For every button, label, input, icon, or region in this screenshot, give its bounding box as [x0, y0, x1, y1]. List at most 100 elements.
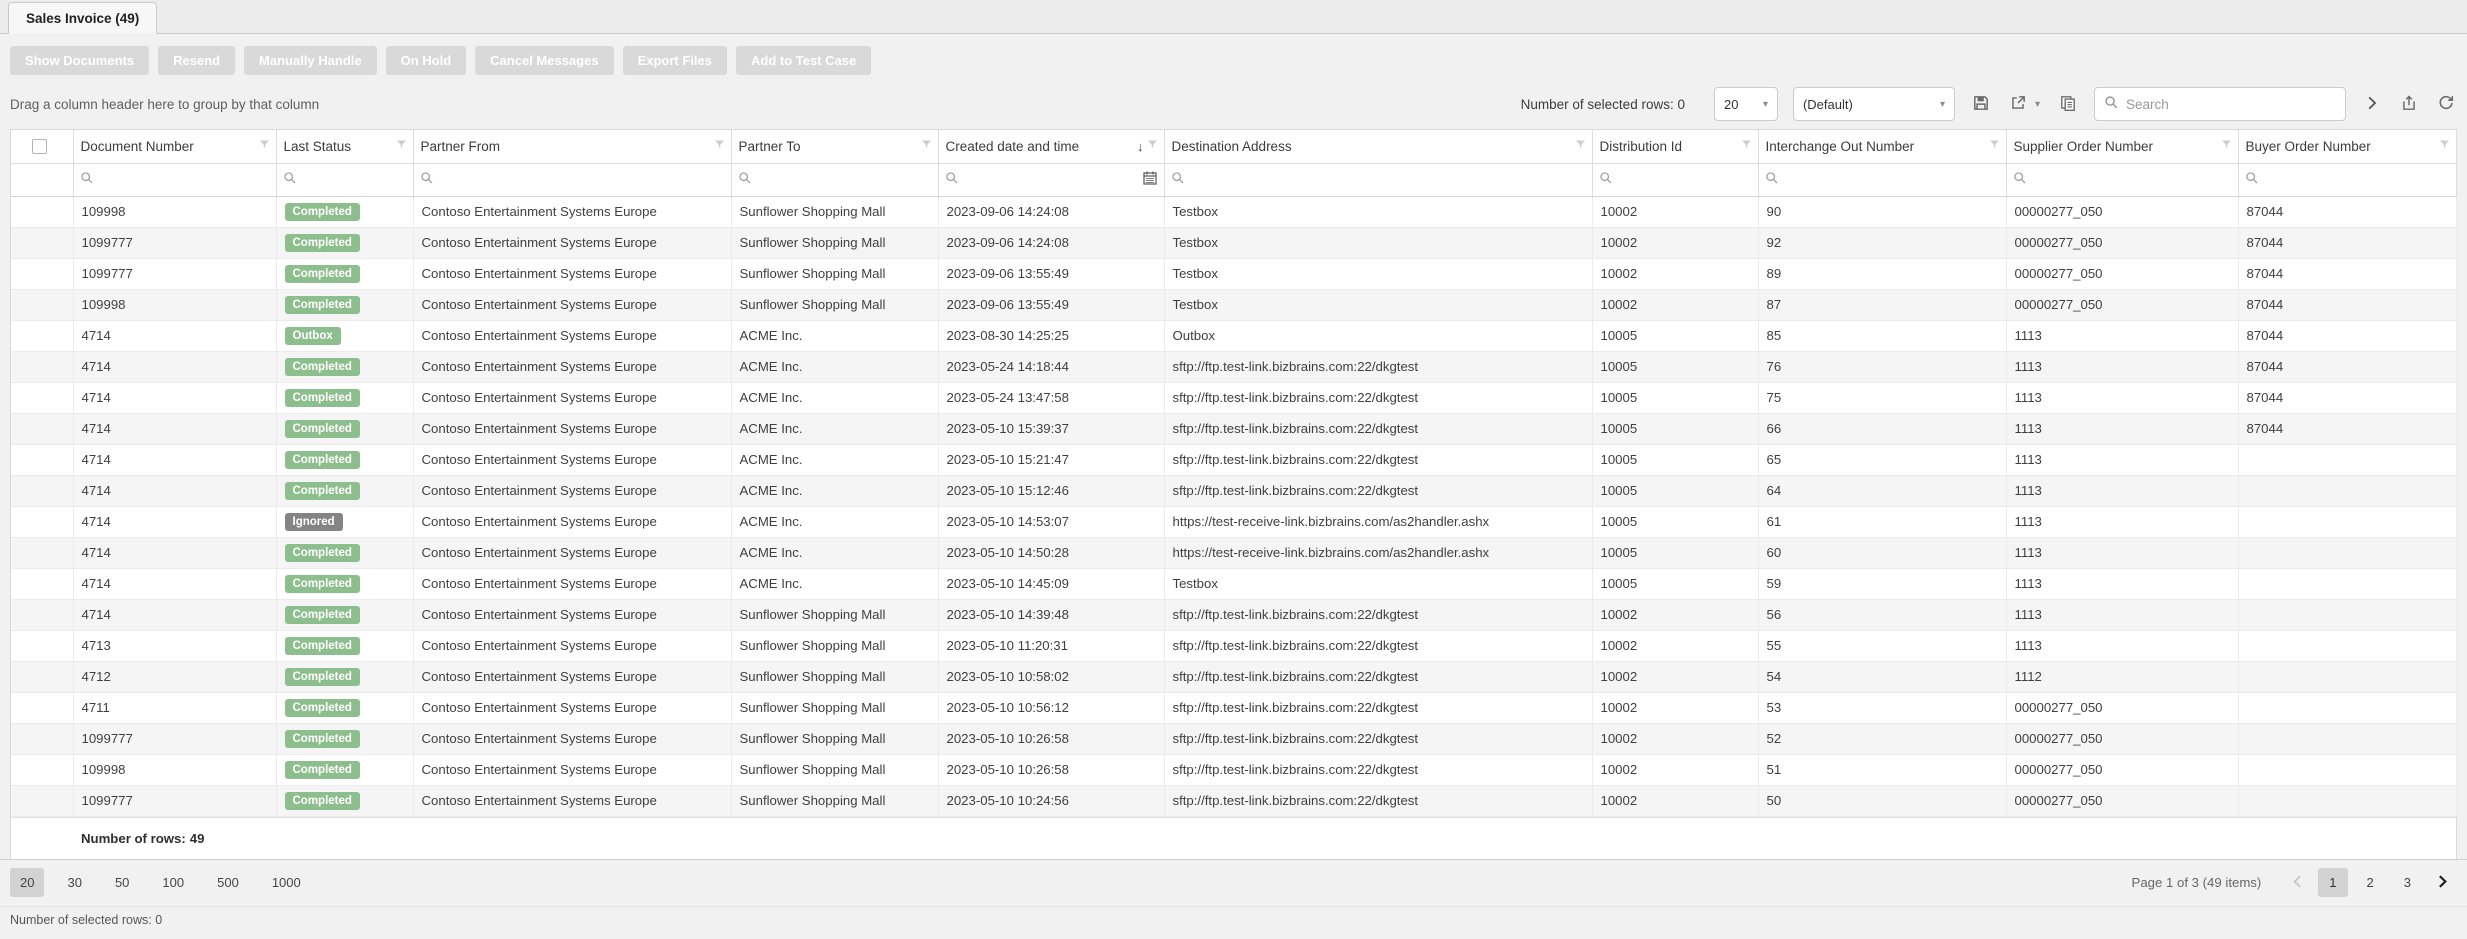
page-numbers: 123 [2318, 868, 2422, 897]
select-all-checkbox[interactable] [32, 139, 47, 154]
table-row[interactable]: 4714CompletedContoso Entertainment Syste… [11, 537, 2456, 568]
filter-icon[interactable] [1988, 138, 2001, 154]
filter-input-iout[interactable] [1784, 172, 2000, 187]
layout-select[interactable]: (Default) ▾ [1793, 87, 1955, 121]
filter-icon[interactable] [2220, 138, 2233, 154]
page-size-option-100[interactable]: 100 [152, 868, 194, 897]
filter-input-dest[interactable] [1190, 172, 1586, 187]
filter-input-from[interactable] [439, 172, 725, 187]
filter-icon[interactable] [713, 138, 726, 154]
table-row[interactable]: 4713CompletedContoso Entertainment Syste… [11, 630, 2456, 661]
export-button[interactable]: ▾ [2007, 92, 2042, 117]
filter-icon[interactable] [258, 138, 271, 154]
grid-controls: Number of selected rows: 0 20 ▾ (Default… [1521, 87, 2457, 121]
cell-created: 2023-09-06 14:24:08 [938, 196, 1164, 227]
show-documents-button[interactable]: Show Documents [10, 46, 149, 75]
cell-doc: 109998 [73, 196, 276, 227]
column-header-dist[interactable]: Distribution Id [1592, 130, 1758, 163]
table-row[interactable]: 4714IgnoredContoso Entertainment Systems… [11, 506, 2456, 537]
filter-icon[interactable] [395, 138, 408, 154]
filter-input-to[interactable] [757, 172, 932, 187]
search-icon [1765, 171, 1779, 188]
filter-input-created[interactable] [964, 172, 1137, 187]
column-header-buy[interactable]: Buyer Order Number [2238, 130, 2456, 163]
table-row[interactable]: 4714CompletedContoso Entertainment Syste… [11, 568, 2456, 599]
cell-from: Contoso Entertainment Systems Europe [413, 289, 731, 320]
column-header-to[interactable]: Partner To [731, 130, 938, 163]
table-row[interactable]: 109998CompletedContoso Entertainment Sys… [11, 289, 2456, 320]
group-by-hint[interactable]: Drag a column header here to group by th… [10, 97, 319, 112]
table-row[interactable]: 1099777CompletedContoso Entertainment Sy… [11, 785, 2456, 816]
table-row[interactable]: 4712CompletedContoso Entertainment Syste… [11, 661, 2456, 692]
save-layout-button[interactable] [1970, 92, 1992, 117]
table-row[interactable]: 4714CompletedContoso Entertainment Syste… [11, 413, 2456, 444]
table-row[interactable]: 109998CompletedContoso Entertainment Sys… [11, 754, 2456, 785]
manually-handle-button[interactable]: Manually Handle [244, 46, 377, 75]
cell-from: Contoso Entertainment Systems Europe [413, 630, 731, 661]
column-header-from[interactable]: Partner From [413, 130, 731, 163]
page-size-option-1000[interactable]: 1000 [262, 868, 311, 897]
copy-button[interactable] [2057, 92, 2079, 117]
cell-status: Completed [276, 630, 413, 661]
table-row[interactable]: 4714CompletedContoso Entertainment Syste… [11, 599, 2456, 630]
cell-buy [2238, 754, 2456, 785]
filter-icon[interactable] [1146, 138, 1159, 154]
page-size-option-50[interactable]: 50 [105, 868, 139, 897]
next-page-button[interactable] [2432, 871, 2453, 895]
tab-sales-invoice[interactable]: Sales Invoice (49) [8, 2, 157, 34]
filter-input-buy[interactable] [2264, 172, 2450, 187]
column-header-iout[interactable]: Interchange Out Number [1758, 130, 2006, 163]
column-header-doc[interactable]: Document Number [73, 130, 276, 163]
expand-toolbar-button[interactable] [2361, 92, 2383, 117]
on-hold-button[interactable]: On Hold [386, 46, 467, 75]
action-toolbar: Show Documents Resend Manually Handle On Ho… [0, 34, 2467, 75]
filter-icon[interactable] [1574, 138, 1587, 154]
table-row[interactable]: 4714CompletedContoso Entertainment Syste… [11, 475, 2456, 506]
table-row[interactable]: 4711CompletedContoso Entertainment Syste… [11, 692, 2456, 723]
table-row[interactable]: 1099777CompletedContoso Entertainment Sy… [11, 258, 2456, 289]
filter-icon[interactable] [1740, 138, 1753, 154]
page-size-option-30[interactable]: 30 [57, 868, 91, 897]
cell-dist: 10002 [1592, 599, 1758, 630]
cell-sup: 1113 [2006, 630, 2238, 661]
table-row[interactable]: 4714CompletedContoso Entertainment Syste… [11, 382, 2456, 413]
prev-page-button[interactable] [2287, 871, 2308, 895]
filter-icon[interactable] [2438, 138, 2451, 154]
column-header-created[interactable]: Created date and time↓ [938, 130, 1164, 163]
table-row[interactable]: 4714CompletedContoso Entertainment Syste… [11, 444, 2456, 475]
table-row[interactable]: 1099777CompletedContoso Entertainment Sy… [11, 227, 2456, 258]
filter-input-dist[interactable] [1618, 172, 1752, 187]
column-label: Buyer Order Number [2246, 139, 2438, 154]
table-row[interactable]: 4714CompletedContoso Entertainment Syste… [11, 351, 2456, 382]
table-row[interactable]: 1099777CompletedContoso Entertainment Sy… [11, 723, 2456, 754]
page-size-select[interactable]: 20 ▾ [1714, 87, 1778, 121]
filter-input-sup[interactable] [2032, 172, 2232, 187]
page-size-option-500[interactable]: 500 [207, 868, 249, 897]
cell-buy [2238, 537, 2456, 568]
cell-to: ACME Inc. [731, 475, 938, 506]
table-row[interactable]: 4714OutboxContoso Entertainment Systems … [11, 320, 2456, 351]
filter-icon[interactable] [920, 138, 933, 154]
cell-status: Completed [276, 351, 413, 382]
column-header-status[interactable]: Last Status [276, 130, 413, 163]
resend-button[interactable]: Resend [158, 46, 235, 75]
table-row[interactable]: 109998CompletedContoso Entertainment Sys… [11, 196, 2456, 227]
refresh-button[interactable] [2435, 92, 2457, 117]
page-number-1[interactable]: 1 [2318, 868, 2347, 897]
export-files-button[interactable]: Export Files [623, 46, 727, 75]
select-all-header[interactable] [11, 130, 73, 163]
open-in-window-button[interactable] [2398, 92, 2420, 117]
page-number-3[interactable]: 3 [2393, 868, 2422, 897]
page-number-2[interactable]: 2 [2356, 868, 2385, 897]
filter-cell-empty [11, 163, 73, 196]
column-header-sup[interactable]: Supplier Order Number [2006, 130, 2238, 163]
column-header-dest[interactable]: Destination Address [1164, 130, 1592, 163]
add-to-test-case-button[interactable]: Add to Test Case [736, 46, 871, 75]
cancel-messages-button[interactable]: Cancel Messages [475, 46, 613, 75]
calendar-button[interactable] [1142, 170, 1158, 189]
page-size-option-20[interactable]: 20 [10, 868, 44, 897]
status-badge: Completed [285, 792, 360, 810]
filter-input-doc[interactable] [99, 172, 270, 187]
filter-input-status[interactable] [302, 172, 407, 187]
search-input[interactable] [2126, 97, 2336, 112]
